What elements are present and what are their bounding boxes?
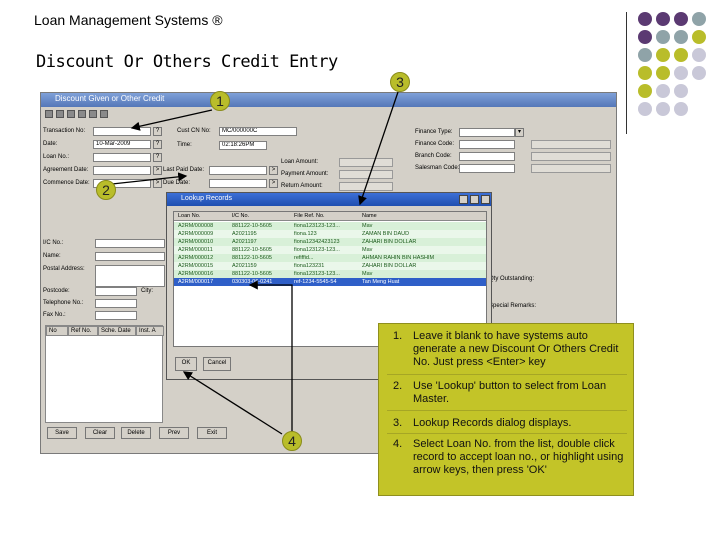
arrow-4a [248, 280, 293, 432]
callout-1: 1 [210, 91, 230, 111]
instruction-separator [387, 410, 627, 411]
instruction-4-text: Select Loan No. from the list, double cl… [413, 438, 624, 476]
arrow-4b [182, 371, 283, 435]
arrow-2 [111, 172, 188, 185]
callout-4: 4 [282, 431, 302, 451]
instruction-1-text: Leave it blank to have systems auto gene… [413, 330, 619, 368]
instruction-separator [387, 374, 627, 375]
arrow-1 [130, 109, 213, 131]
callout-2: 2 [96, 180, 116, 200]
callout-3: 3 [390, 72, 410, 92]
instruction-1-num: 1. [393, 330, 403, 342]
instruction-3-num: 3. [393, 417, 403, 429]
instruction-2-num: 2. [393, 380, 403, 392]
instruction-3-text: Lookup Records dialog displays. [413, 417, 572, 429]
instruction-2-text: Use 'Lookup' button to select from Loan … [413, 380, 607, 405]
instruction-separator [387, 433, 627, 434]
instructions-box: 1. Leave it blank to have systems auto g… [378, 323, 634, 496]
instruction-4-num: 4. [393, 438, 403, 450]
arrow-3 [358, 91, 399, 206]
